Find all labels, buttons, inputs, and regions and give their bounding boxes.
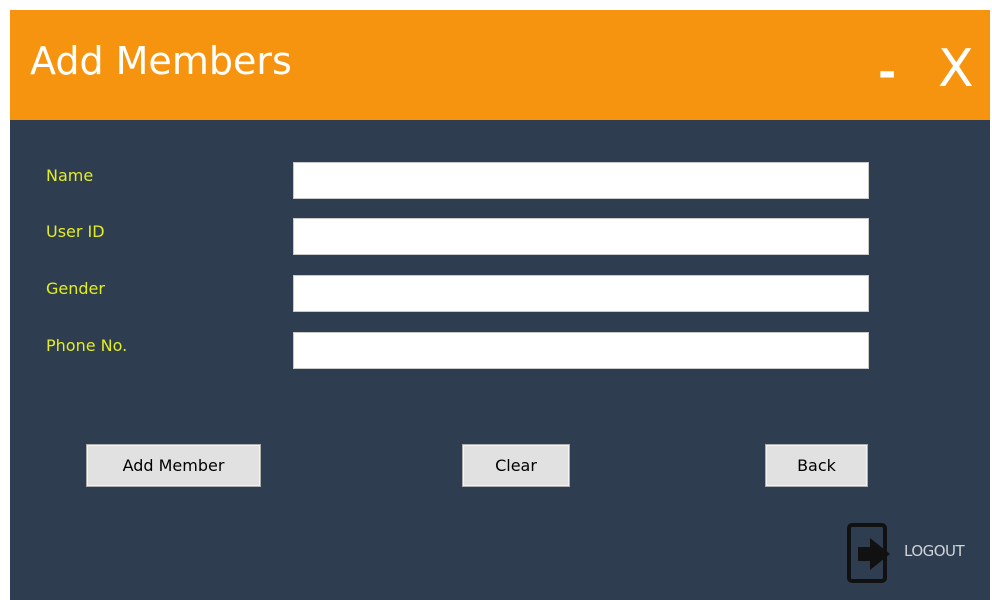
name-label: Name: [46, 166, 94, 185]
gender-label: Gender: [46, 279, 105, 298]
gender-input[interactable]: [293, 275, 869, 312]
close-button[interactable]: X: [938, 40, 974, 98]
user-id-input[interactable]: [293, 218, 869, 255]
back-button[interactable]: Back: [765, 444, 868, 487]
phone-no-input[interactable]: [293, 332, 869, 369]
phone-no-label: Phone No.: [46, 336, 128, 355]
logout-button[interactable]: LOGOUT: [846, 522, 986, 586]
name-input[interactable]: [293, 162, 869, 199]
logout-label: LOGOUT: [904, 542, 965, 560]
minimize-button[interactable]: -: [878, 48, 896, 98]
title-bar: Add Members - X: [10, 10, 990, 120]
add-member-button[interactable]: Add Member: [86, 444, 261, 487]
logout-icon: [847, 523, 890, 583]
add-members-window: Add Members - X Name User ID Gender Phon…: [10, 10, 990, 600]
window-title: Add Members: [30, 39, 292, 83]
clear-button[interactable]: Clear: [462, 444, 570, 487]
user-id-label: User ID: [46, 222, 105, 241]
